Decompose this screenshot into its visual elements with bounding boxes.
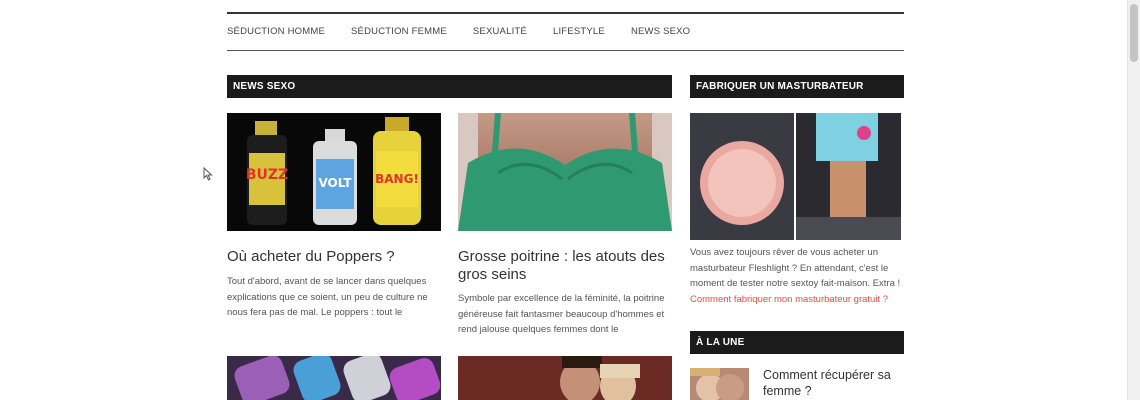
- article-excerpt: Symbole par excellence de la féminité, l…: [458, 293, 665, 335]
- featured-item-title[interactable]: Comment récupérer sa femme ?: [763, 368, 903, 399]
- bottle-label-volt: VOLT: [318, 176, 352, 190]
- sidebar-promo-link[interactable]: Comment fabriquer mon masturbateur gratu…: [690, 292, 904, 308]
- article-title[interactable]: Grosse poitrine : les atouts des gros se…: [458, 248, 672, 284]
- sidebar-header-a-la-une: À LA UNE: [690, 331, 904, 354]
- sidebar-header-masturbateur: FABRIQUER UN MASTURBATEUR MAISON: [690, 75, 904, 115]
- nav-divider: [227, 50, 904, 51]
- section-header-news-sexo: NEWS SEXO: [227, 75, 672, 98]
- article-image-poitrine[interactable]: [458, 113, 672, 231]
- mouse-cursor-icon: [203, 166, 213, 186]
- nav-item-news-sexo[interactable]: NEWS SEXO: [631, 26, 690, 37]
- sidebar-promo-image[interactable]: [690, 113, 901, 240]
- article-excerpt: Tout d'abord, avant de se lancer dans qu…: [227, 276, 428, 318]
- nav-item-sexualite[interactable]: SEXUALITÉ: [473, 26, 527, 37]
- featured-thumbnail[interactable]: [690, 368, 749, 400]
- scrollbar-thumb[interactable]: [1130, 4, 1138, 62]
- page-scrollbar[interactable]: [1127, 0, 1140, 400]
- bottle-label-bang: BANG!: [375, 172, 419, 186]
- article-image-sextoys[interactable]: [227, 356, 441, 400]
- nav-item-seduction-homme[interactable]: SÉDUCTION HOMME: [227, 26, 325, 37]
- article-image-couple[interactable]: [458, 356, 672, 400]
- sidebar-promo-text: Vous avez toujours rêver de vous acheter…: [690, 247, 901, 289]
- bottle-label-buzz: BUZZ: [246, 167, 288, 183]
- nav-item-seduction-femme[interactable]: SÉDUCTION FEMME: [351, 26, 447, 37]
- nav-item-lifestyle[interactable]: LIFESTYLE: [553, 26, 605, 37]
- main-nav: SÉDUCTION HOMME SÉDUCTION FEMME SEXUALIT…: [227, 26, 716, 37]
- article-image-poppers[interactable]: BUZZ VOLT BANG!: [227, 113, 441, 231]
- article-title[interactable]: Où acheter du Poppers ?: [227, 248, 441, 266]
- top-divider: [227, 12, 904, 14]
